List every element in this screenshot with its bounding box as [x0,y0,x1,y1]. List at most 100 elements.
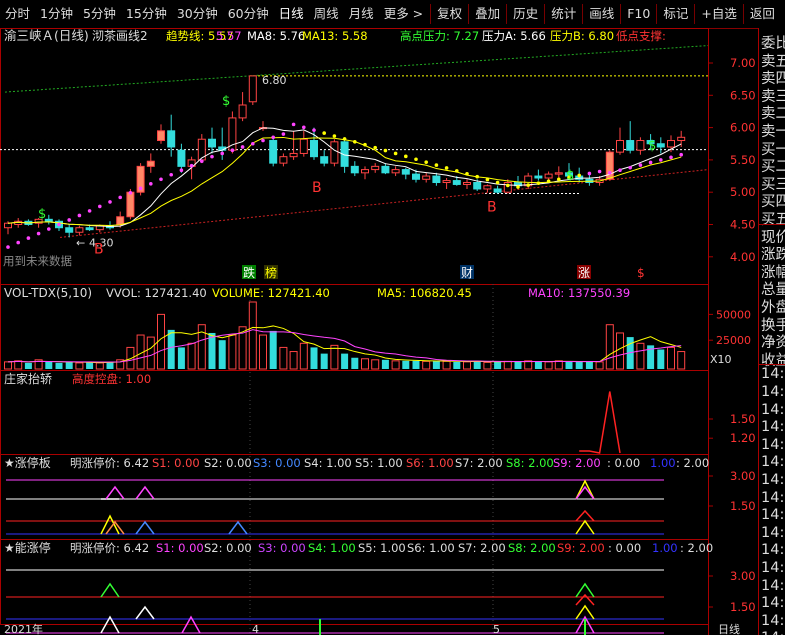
trend-dot [414,157,418,162]
volume-bar [45,361,53,369]
period-tab-3[interactable]: 15分钟 [121,0,172,28]
zhuang-axis-label: 1.50 [730,412,756,426]
candle-body [320,156,329,164]
side-panel-item: 14:5 [761,524,785,541]
candle-body [616,140,624,153]
candle [483,184,492,193]
zt1_panel-legend-item: 明涨停价: 6.42 [70,456,149,470]
trend-dot [455,169,459,173]
vol-legend-item: MA10: 137550.39 [528,286,630,300]
zt2-legend-item: S3: 0.00 [258,541,306,555]
dollar-signal-icon: $ [38,207,46,222]
candle [442,177,451,189]
quote-side-panel: 委比卖五卖四卖三卖二卖一买一买二买三买四买五现价涨跌涨幅总量外盘换手净资收益14… [758,28,785,635]
zt1-signal-peak [100,514,120,535]
event-tag: 榜 [265,265,277,280]
volume-bar [677,351,686,370]
candlestick-series [4,75,686,238]
zt2-legend-item: S4: 1.00 [308,541,356,555]
vol-legend-item: VVOL: 127421.40 [106,286,207,300]
period-tab-9[interactable]: 更多 > [379,0,428,28]
zt2-axis-label: 3.00 [730,569,756,583]
candle-body [432,175,441,184]
trend-dot [36,231,41,236]
period-tab-7[interactable]: 周线 [309,0,344,28]
side-panel-item: 14:5 [761,595,785,612]
volume-bar [86,361,94,369]
zt1_panel-legend-item: S7: 2.00 [455,456,503,470]
candle [605,150,614,181]
action-button-6[interactable]: 标记 [658,0,693,28]
volume-bar [14,360,23,370]
action-button-4[interactable]: 画线 [584,0,619,28]
x-axis-label: 4 [252,623,259,635]
period-tab-4[interactable]: 30分钟 [172,0,223,28]
trend-dot [669,155,673,160]
candle-body [493,188,502,193]
zt2-legend-item: S2: 0.00 [204,541,252,555]
candle-body [126,191,135,218]
candle [350,161,359,177]
trend-dot [210,154,214,159]
volume-bar [65,362,73,369]
volume-bar [391,360,400,370]
action-button-8[interactable]: 返回 [745,0,780,28]
low-arrow: ← [76,236,85,249]
trend-dot [597,169,602,174]
volume-bar [371,359,380,370]
action-button-7[interactable]: +自选 [696,0,741,28]
zt2-legend-item: 明涨停价: 6.42 [70,541,149,555]
toolbar-divider [430,4,432,24]
dollar-signal-icon: $ [566,168,574,183]
volume-bar [585,361,593,369]
main-legend-item: 低点支撑: [616,29,666,43]
trend-dot [546,179,551,184]
candle [299,130,308,157]
period-tab-1[interactable]: 1分钟 [35,0,78,28]
action-button-2[interactable]: 历史 [508,0,543,28]
volume-bar [341,353,349,369]
zt2-legend-item: S9: 2.00 [557,541,605,555]
trend-dot [393,151,398,156]
trend-dot [608,171,612,175]
zhuang-panel-name: 庄家抬轿 [4,371,52,386]
x-axis-period: 日线 [718,622,740,635]
side-panel-item: 14:5 [761,366,785,383]
candle-body [75,227,84,233]
trend-dot [638,163,643,167]
trend-dot [57,222,61,227]
side-panel-item: 14:5 [761,472,785,488]
candle-body [269,140,278,164]
candle-body [483,185,492,190]
candle [422,172,431,183]
candle-body [534,175,543,179]
candle [371,163,380,173]
action-button-5[interactable]: F10 [622,0,655,28]
trend-dot [495,180,500,185]
period-tab-0[interactable]: 分时 [0,0,35,28]
action-button-0[interactable]: 复权 [432,0,467,28]
period-tab-2[interactable]: 5分钟 [78,0,121,28]
volume-bar [636,342,645,370]
zt2-panel-name: ★能涨停 [4,540,51,555]
trend-dot [526,183,530,187]
zt1-signal-peak [575,519,595,535]
trend-dot [312,128,316,132]
volume-bar [177,347,185,369]
period-tab-5[interactable]: 60分钟 [223,0,274,28]
trend-dot [169,172,173,177]
candle [65,224,74,238]
action-button-1[interactable]: 叠加 [470,0,505,28]
vol-axis-label: 50000 [716,308,751,321]
high-price-label: 6.80 [262,74,287,87]
period-tab-8[interactable]: 月线 [344,0,379,28]
side-panel-item: 14:5 [761,489,785,506]
action-button-3[interactable]: 统计 [546,0,581,28]
trend-dot [230,148,235,153]
volume-bar [565,361,573,369]
trend-dot [16,240,21,245]
volume-bar [544,361,553,370]
price-axis-label: 4.50 [730,218,756,232]
volume-bar [197,324,206,370]
period-tab-6[interactable]: 日线 [274,0,309,28]
